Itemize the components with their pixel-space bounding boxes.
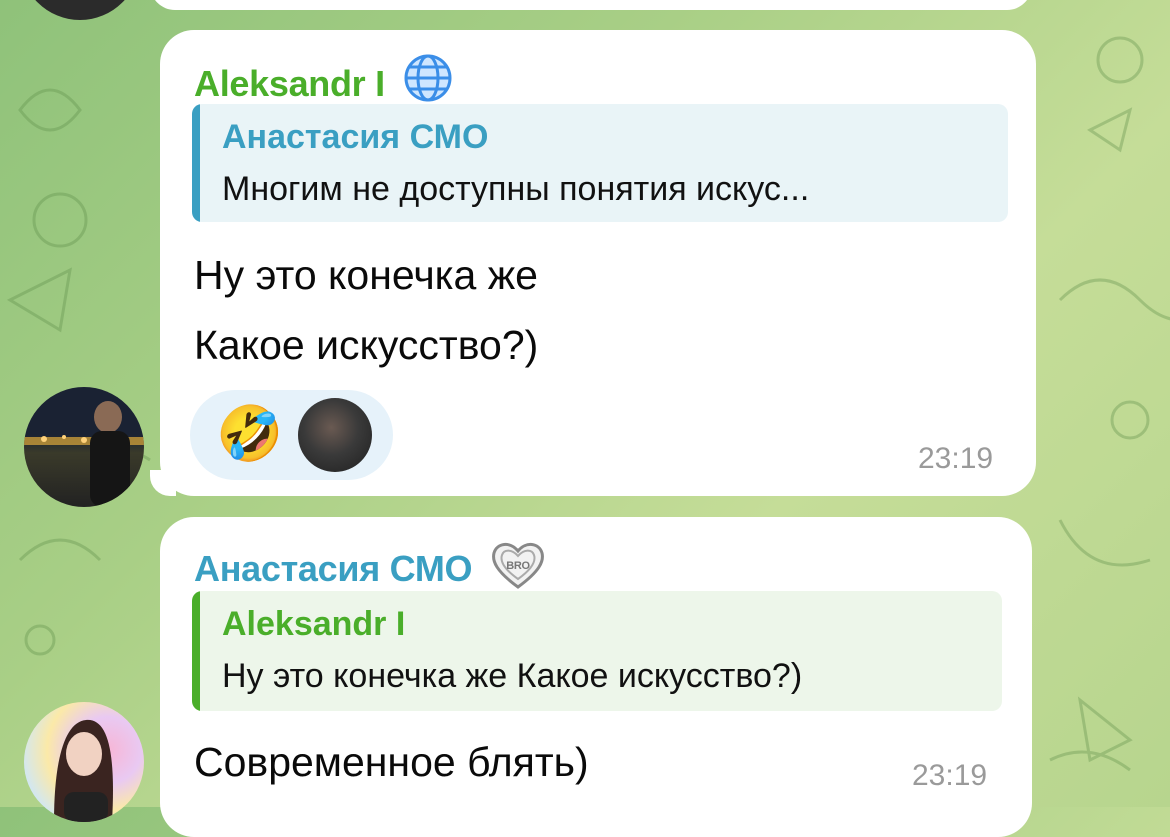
avatar-photo	[24, 401, 144, 507]
message-bubble[interactable]: Анастасия СМО BRO Aleksandr I Ну это кон…	[160, 517, 1032, 837]
previous-message-bubble[interactable]	[150, 0, 1032, 10]
reaction-pill[interactable]: 🤣	[190, 390, 393, 480]
message-text-line: Ну это конечка же	[194, 252, 538, 298]
sender-name-text: Анастасия СМО	[194, 548, 473, 589]
reply-sender-name: Aleksandr I	[222, 605, 406, 643]
reply-accent-bar	[192, 104, 200, 222]
avatar[interactable]	[24, 387, 144, 507]
bubble-tail	[150, 470, 176, 496]
svg-text:BRO: BRO	[506, 560, 530, 572]
avatar[interactable]	[24, 702, 144, 822]
avatar[interactable]	[20, 0, 140, 20]
message-time: 23:19	[912, 759, 988, 792]
message-time: 23:19	[918, 442, 994, 475]
reactor-avatar[interactable]	[298, 398, 372, 472]
reply-preview-text: Ну это конечка же Какое искусство?)	[222, 657, 803, 695]
sender-name-text: Aleksandr I	[194, 63, 385, 104]
rofl-emoji-icon: 🤣	[216, 404, 284, 464]
message-text-line: Какое искусство?)	[194, 322, 539, 368]
reply-quote[interactable]: Анастасия СМО Многим не доступны понятия…	[192, 104, 1008, 222]
avatar-photo	[54, 719, 113, 822]
reply-sender-name: Анастасия СМО	[222, 118, 489, 156]
reply-accent-bar	[192, 591, 200, 711]
reply-quote[interactable]: Aleksandr I Ну это конечка же Какое иску…	[192, 591, 1002, 711]
reply-preview-text: Многим не доступны понятия искус...	[222, 170, 810, 208]
message-text-line: Современное блять)	[194, 739, 589, 785]
